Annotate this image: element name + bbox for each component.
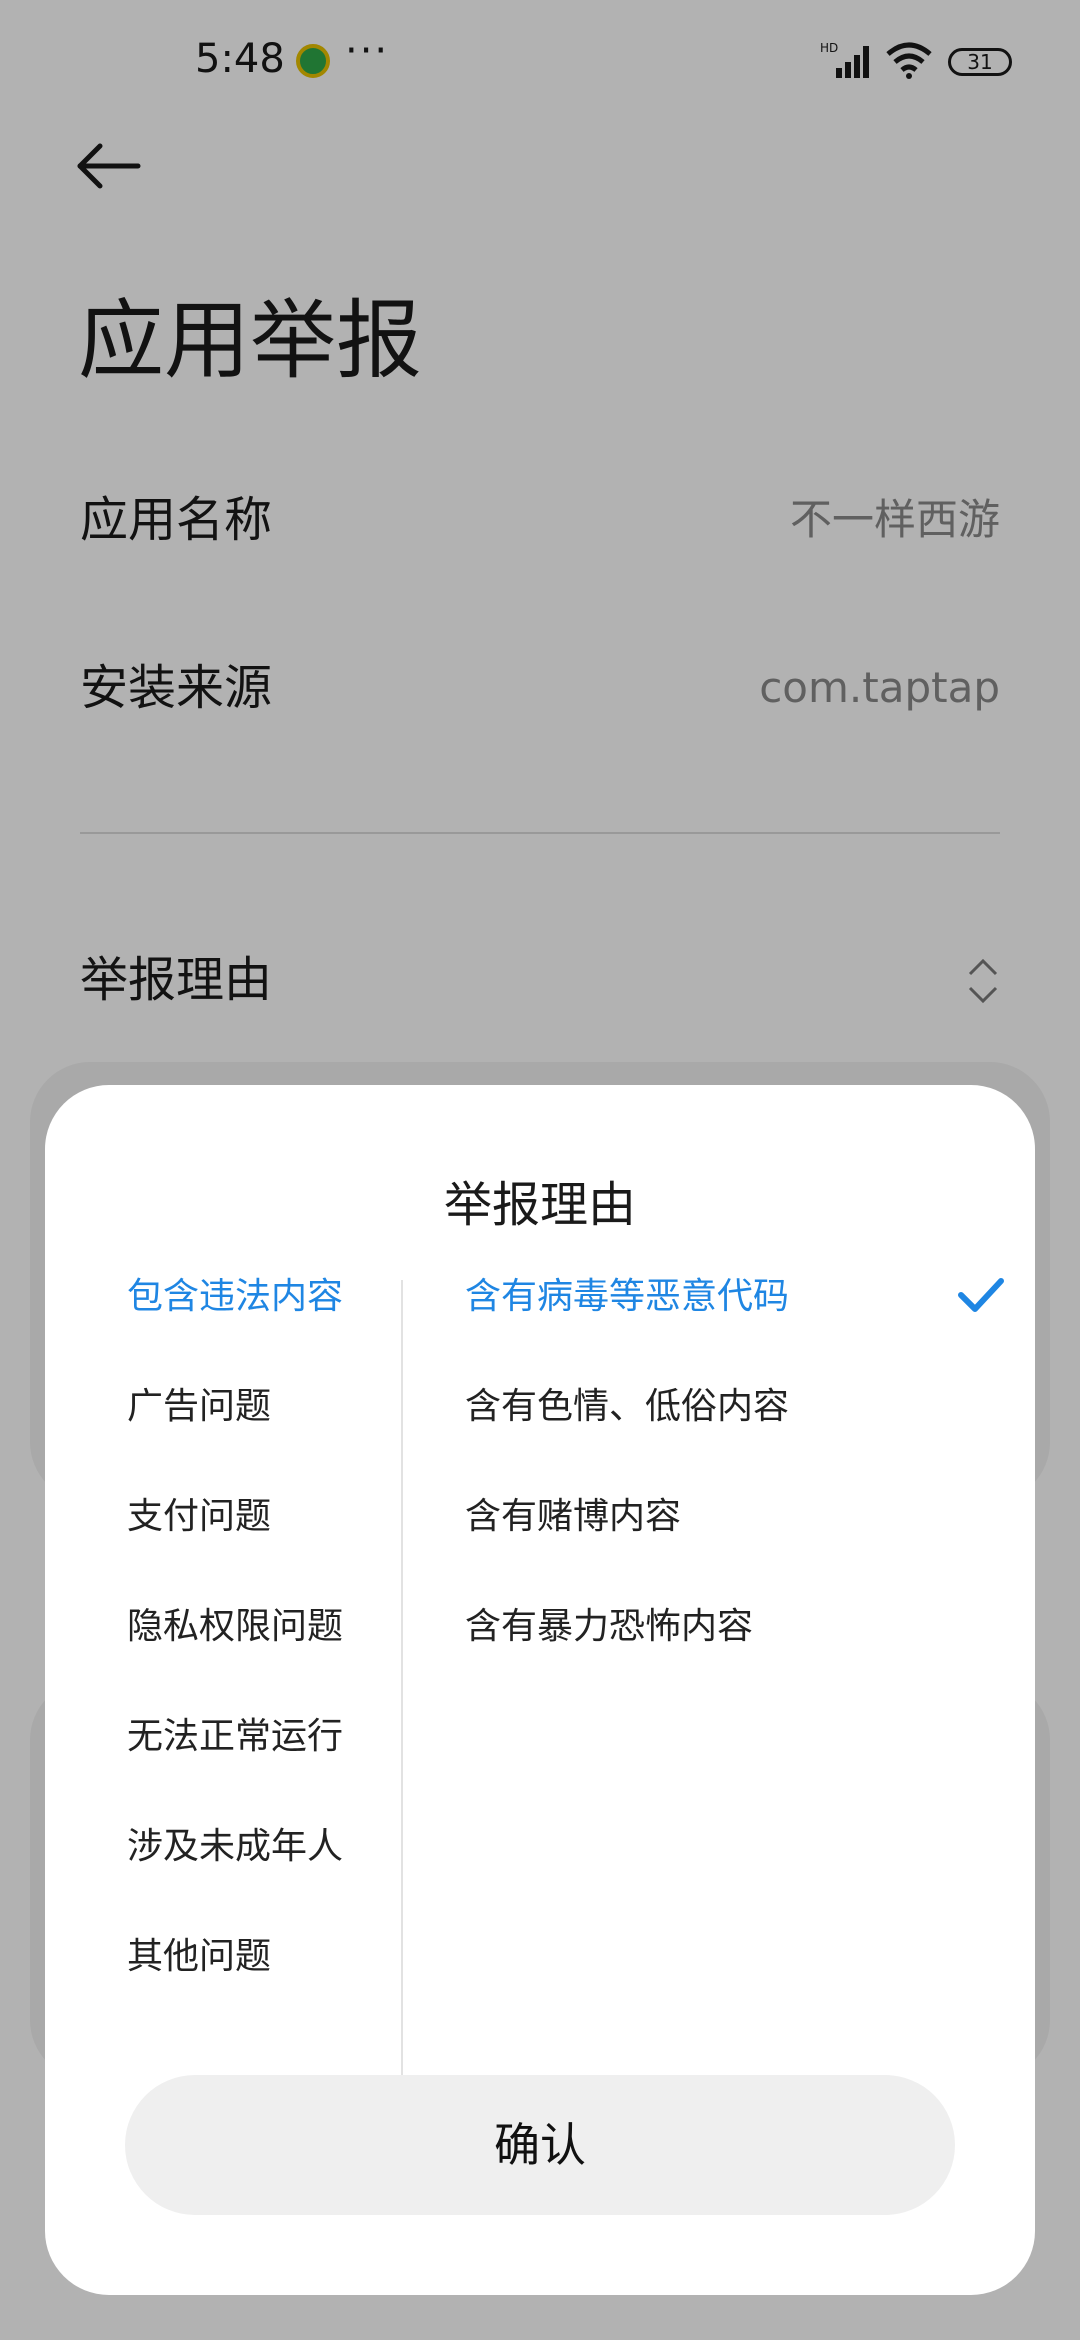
sheet-title: 举报理由 [443, 1177, 636, 1233]
subreason-label: 含有色情、低俗内容 [465, 1386, 790, 1427]
column-divider [401, 1280, 403, 2080]
subreason-label: 含有暴力恐怖内容 [465, 1606, 754, 1647]
category-item[interactable]: 包含违法内容 [127, 1275, 427, 1385]
subreason-label: 含有赌博内容 [465, 1496, 682, 1537]
checkmark-icon [958, 1278, 1004, 1312]
subreason-item[interactable]: 含有赌博内容 [465, 1495, 1005, 1605]
category-item[interactable]: 涉及未成年人 [127, 1825, 427, 1935]
subreason-list: 含有病毒等恶意代码 含有色情、低俗内容 含有赌博内容 含有暴力恐怖内容 [465, 1275, 1005, 1715]
category-list: 包含违法内容 广告问题 支付问题 隐私权限问题 无法正常运行 涉及未成年人 其他… [127, 1275, 427, 2045]
category-item[interactable]: 其他问题 [127, 1935, 427, 2045]
category-item[interactable]: 隐私权限问题 [127, 1605, 427, 1715]
subreason-label: 含有病毒等恶意代码 [465, 1276, 790, 1317]
category-item[interactable]: 无法正常运行 [127, 1715, 427, 1825]
category-item[interactable]: 广告问题 [127, 1385, 427, 1495]
subreason-item[interactable]: 含有色情、低俗内容 [465, 1385, 1005, 1495]
confirm-button[interactable]: 确认 [125, 2075, 955, 2215]
category-item[interactable]: 支付问题 [127, 1495, 427, 1605]
report-reason-sheet: 举报理由 包含违法内容 广告问题 支付问题 隐私权限问题 无法正常运行 涉及未成… [45, 1085, 1035, 2295]
subreason-item[interactable]: 含有暴力恐怖内容 [465, 1605, 1005, 1715]
subreason-item[interactable]: 含有病毒等恶意代码 [465, 1275, 1005, 1385]
